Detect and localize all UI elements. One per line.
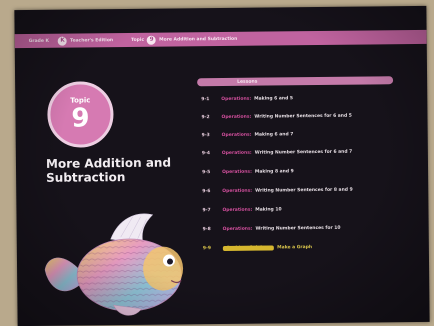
lesson-category: Problem Solving: <box>222 244 275 251</box>
lesson-number: 9-4 <box>201 150 211 156</box>
lesson-number: 9-8 <box>202 226 211 232</box>
lesson-title: Writing Number Sentences for 10 <box>255 225 341 232</box>
lesson-category: Operations: <box>222 169 252 175</box>
lesson-row: 9-2 Operations: Writing Number Sentences… <box>201 111 352 123</box>
lesson-row: 9-3 Operations: Making 6 and 7 <box>202 129 294 140</box>
topic-number: 9 <box>71 103 90 134</box>
lesson-category: Operations: <box>221 96 252 102</box>
lesson-title: Writing Number Sentences for 8 and 9 <box>255 187 353 194</box>
topic-badge: 9 <box>147 35 157 45</box>
lesson-title: Writing Number Sentences for 6 and 5 <box>254 113 352 120</box>
lesson-number: 9-5 <box>202 169 211 175</box>
lesson-number: 9-6 <box>202 188 211 194</box>
lesson-row: 9-5 Operations: Making 8 and 9 <box>202 166 294 177</box>
topic-label: Topic <box>131 37 145 43</box>
lesson-row: 9-4 Operations: Writing Number Sentences… <box>202 147 353 159</box>
lesson-title: Writing Number Sentences for 6 and 7 <box>254 149 353 156</box>
lesson-title: Making 10 <box>255 206 282 213</box>
lessons-header-label: Lessons <box>237 79 258 85</box>
lesson-category: Operations: <box>221 150 252 156</box>
lesson-category: Operations: <box>222 207 253 213</box>
teacher-edition-label: Teacher's Edition <box>69 37 114 44</box>
topic-title: More Addition and Subtraction <box>45 155 172 185</box>
lesson-title: Make a Graph <box>277 244 313 250</box>
lesson-row: 9-8 Operations: Writing Number Sentences… <box>203 223 341 234</box>
lesson-title: Making 6 and 5 <box>254 95 294 102</box>
lesson-title: Making 8 and 9 <box>254 168 294 175</box>
lessons-header-bar: Lessons <box>197 76 394 87</box>
teacher-badge: K <box>57 36 68 46</box>
lesson-category: Operations: <box>222 226 253 232</box>
page-header: Grade K K Teacher's Edition Topic 9 More… <box>14 29 427 49</box>
lesson-category: Operations: <box>221 114 252 120</box>
lesson-row: 9-9 Problem Solving: Make a Graph <box>203 242 312 253</box>
lesson-title: Making 6 and 7 <box>254 131 294 138</box>
lesson-category: Operations: <box>221 132 252 138</box>
lesson-number: 9-1 <box>201 96 210 102</box>
lesson-category: Operations: <box>222 188 253 194</box>
fish-illustration <box>44 213 184 316</box>
header-topic-title: More Addition and Subtraction <box>159 36 238 43</box>
lesson-number: 9-9 <box>202 245 212 251</box>
lesson-row: 9-6 Operations: Writing Number Sentences… <box>202 185 353 197</box>
lesson-number: 9-2 <box>201 114 210 120</box>
topic-circle: Topic 9 <box>47 81 114 148</box>
lesson-row: 9-7 Operations: Making 10 <box>202 204 281 215</box>
lesson-row: 9-1 Operations: Making 6 and 5 <box>201 93 293 104</box>
grade-label: Grade K <box>28 38 49 44</box>
lesson-number: 9-3 <box>201 132 210 138</box>
textbook-page: Grade K K Teacher's Edition Topic 9 More… <box>14 5 430 326</box>
lesson-number: 9-7 <box>202 207 211 213</box>
